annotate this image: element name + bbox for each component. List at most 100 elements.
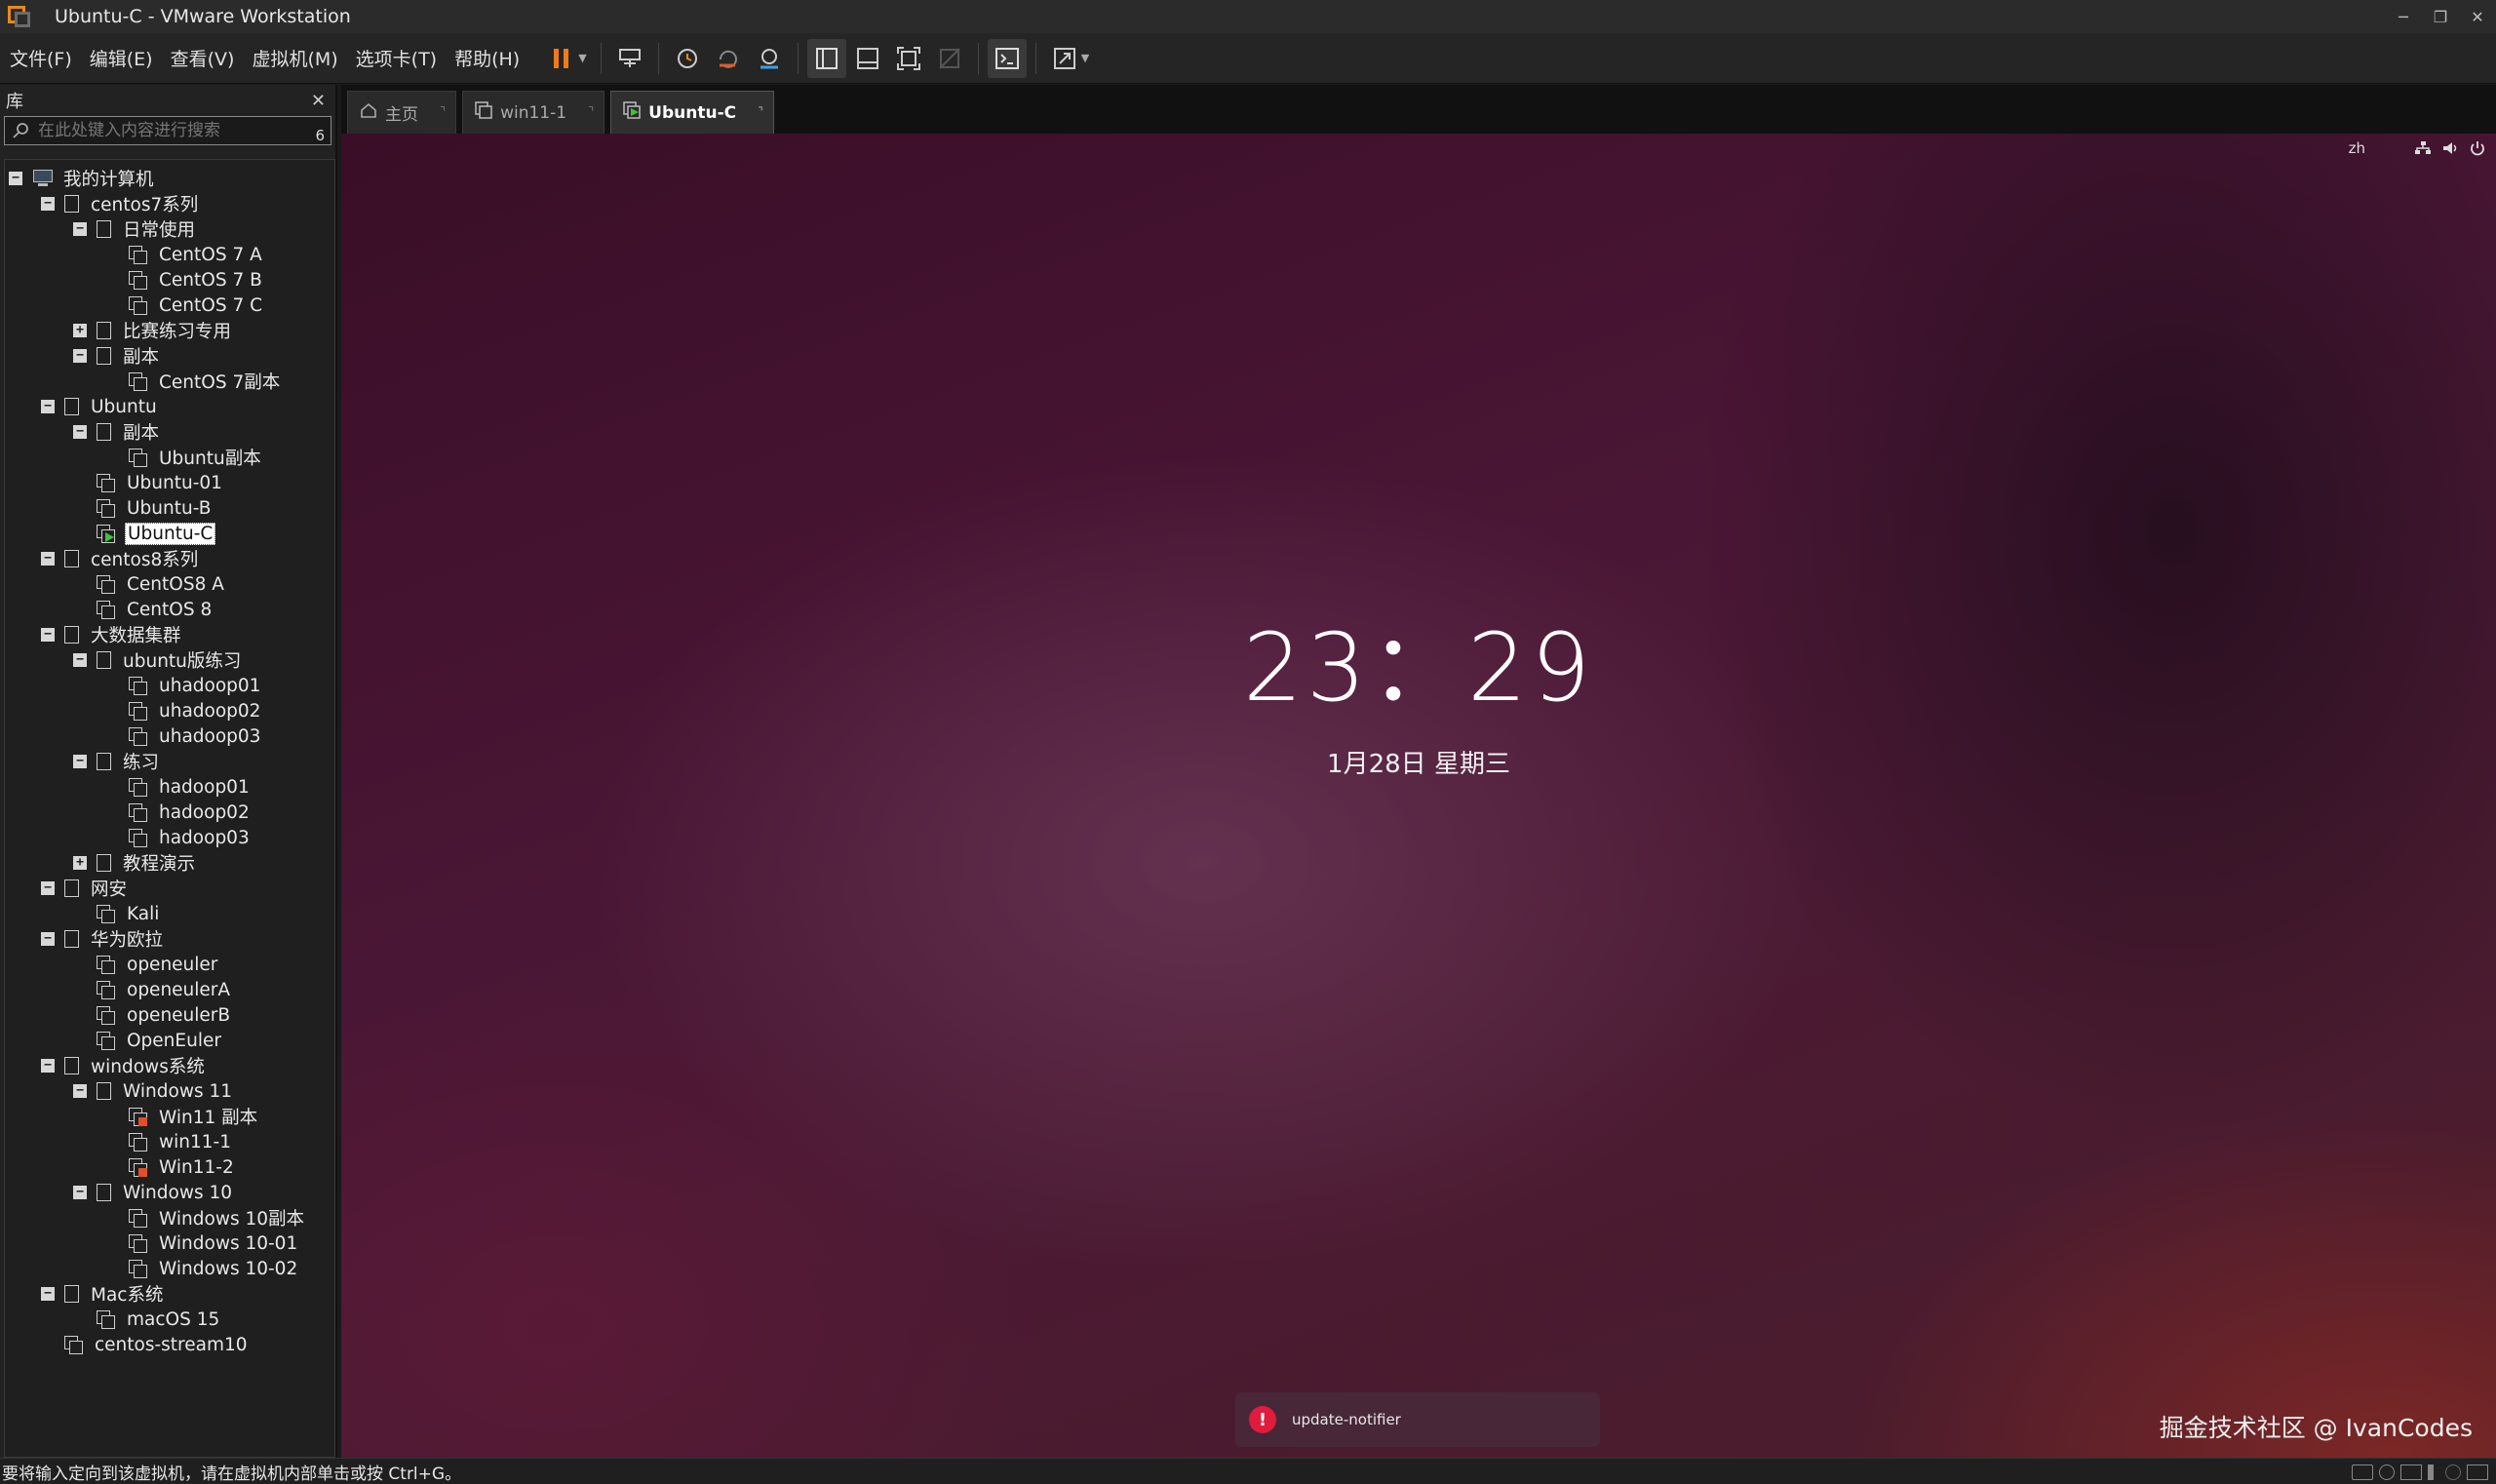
close-icon[interactable]: ✕ — [2459, 0, 2496, 33]
tree-item[interactable]: CentOS 8 — [5, 597, 334, 622]
tab-2[interactable]: Ubuntu-C ⌝ — [610, 91, 775, 134]
tree-item[interactable]: Windows 10-02 — [5, 1256, 334, 1281]
collapse-icon[interactable]: − — [9, 172, 22, 185]
tree-item[interactable]: openeulerA — [5, 977, 334, 1002]
thumbnail-bar-button[interactable] — [848, 39, 887, 78]
revert-snapshot-button[interactable] — [709, 39, 748, 78]
tab-1[interactable]: win11-1 ⌝ — [462, 91, 605, 134]
collapse-icon[interactable]: − — [73, 653, 87, 667]
pause-dropdown-icon[interactable]: ▼ — [578, 52, 586, 64]
collapse-icon[interactable]: − — [73, 425, 87, 439]
collapse-icon[interactable]: − — [73, 1084, 87, 1098]
tree-item[interactable]: − 副本 — [5, 343, 334, 369]
tree-item[interactable]: Ubuntu-C — [5, 521, 334, 546]
expand-icon[interactable]: + — [73, 856, 87, 870]
library-search-input[interactable] — [30, 121, 316, 140]
hard-disk-icon[interactable] — [2352, 1464, 2373, 1480]
tree-item[interactable]: macOS 15 — [5, 1307, 334, 1332]
tree-item[interactable]: openeulerB — [5, 1002, 334, 1028]
collapse-icon[interactable]: − — [41, 552, 55, 566]
menu-item-0[interactable]: 文件(F) — [2, 33, 80, 84]
collapse-icon[interactable]: − — [41, 1287, 55, 1301]
tab-close-icon[interactable]: ⌝ — [440, 105, 446, 120]
console-view-button[interactable] — [987, 38, 1027, 78]
menu-item-2[interactable]: 查看(V) — [163, 33, 243, 84]
restore-icon[interactable]: ❐ — [2422, 0, 2459, 33]
tree-item[interactable]: − Ubuntu — [5, 394, 334, 419]
menu-item-4[interactable]: 选项卡(T) — [348, 33, 445, 84]
tree-item[interactable]: + 比赛练习专用 — [5, 318, 334, 343]
collapse-icon[interactable]: − — [73, 222, 87, 236]
menu-item-5[interactable]: 帮助(H) — [447, 33, 527, 84]
stretch-button[interactable] — [1045, 39, 1084, 78]
tree-item[interactable]: Win11-2 — [5, 1154, 334, 1180]
tree-item[interactable]: Windows 10-01 — [5, 1230, 334, 1256]
show-library-button[interactable] — [806, 38, 846, 78]
collapse-icon[interactable]: − — [41, 628, 55, 642]
tree-item[interactable]: Windows 10副本 — [5, 1205, 334, 1230]
stretch-dropdown-icon[interactable]: ▼ — [1081, 52, 1089, 64]
tree-item[interactable]: hadoop03 — [5, 825, 334, 850]
tree-item[interactable]: − Windows 10 — [5, 1180, 334, 1205]
tree-item[interactable]: − Windows 11 — [5, 1078, 334, 1104]
tab-0[interactable]: 主页 ⌝ — [347, 91, 457, 134]
sound-card-icon[interactable] — [2428, 1464, 2439, 1480]
tree-item[interactable]: Ubuntu-B — [5, 495, 334, 521]
tree-item[interactable]: − 练习 — [5, 749, 334, 774]
tree-item[interactable]: − 副本 — [5, 419, 334, 445]
collapse-icon[interactable]: − — [73, 1186, 87, 1199]
tree-item[interactable]: uhadoop03 — [5, 723, 334, 749]
library-close-icon[interactable]: ✕ — [311, 91, 330, 111]
unity-button[interactable] — [930, 39, 969, 78]
update-notification[interactable]: ! update-notifier — [1235, 1392, 1600, 1447]
menu-item-3[interactable]: 虚拟机(M) — [244, 33, 345, 84]
tree-item[interactable]: uhadoop02 — [5, 698, 334, 723]
collapse-icon[interactable]: − — [41, 932, 55, 946]
snapshot-button[interactable] — [668, 39, 707, 78]
collapse-icon[interactable]: − — [41, 1059, 55, 1073]
collapse-icon[interactable]: − — [41, 400, 55, 413]
network-icon[interactable] — [2414, 140, 2432, 156]
tree-item[interactable]: Win11 副本 — [5, 1104, 334, 1129]
tree-item[interactable]: CentOS 7 C — [5, 293, 334, 318]
tree-item[interactable]: − centos7系列 — [5, 191, 334, 216]
tree-item[interactable]: − centos8系列 — [5, 546, 334, 571]
tree-item[interactable]: CentOS 7 A — [5, 242, 334, 267]
tree-item[interactable]: OpenEuler — [5, 1028, 334, 1053]
tree-item[interactable]: − 日常使用 — [5, 216, 334, 242]
tree-item[interactable]: + 教程演示 — [5, 850, 334, 876]
tree-item[interactable]: win11-1 — [5, 1129, 334, 1154]
collapse-icon[interactable]: − — [41, 197, 55, 211]
tree-item[interactable]: hadoop01 — [5, 774, 334, 800]
network-adapter-icon[interactable] — [2400, 1464, 2422, 1480]
tree-item[interactable]: openeuler — [5, 952, 334, 977]
usb-icon[interactable] — [2445, 1464, 2461, 1480]
tree-item[interactable]: − 我的计算机 — [5, 166, 334, 191]
message-log-icon[interactable] — [2467, 1464, 2488, 1480]
tab-close-icon[interactable]: ⌝ — [588, 105, 594, 120]
tree-item[interactable]: − Mac系统 — [5, 1281, 334, 1307]
tree-item[interactable]: CentOS 7副本 — [5, 369, 334, 394]
tree-item[interactable]: CentOS 7 B — [5, 267, 334, 293]
tree-item[interactable]: − 网安 — [5, 876, 334, 901]
tree-item[interactable]: − ubuntu版练习 — [5, 647, 334, 673]
full-screen-button[interactable] — [889, 39, 928, 78]
volume-icon[interactable] — [2441, 140, 2459, 156]
tree-item[interactable]: − windows系统 — [5, 1053, 334, 1078]
keyboard-layout-indicator[interactable]: zh — [2349, 139, 2365, 157]
vm-console[interactable]: zh 23：29 1月28日 星期三 ! update-notifier 掘金技… — [341, 134, 2496, 1458]
tree-item[interactable]: hadoop02 — [5, 800, 334, 825]
snapshot-manager-button[interactable] — [750, 39, 789, 78]
power-icon[interactable] — [2469, 140, 2486, 156]
send-ctrl-alt-del-button[interactable] — [610, 39, 649, 78]
tree-item[interactable]: centos-stream10 — [5, 1332, 334, 1357]
minimize-icon[interactable]: ─ — [2385, 0, 2422, 33]
menu-item-1[interactable]: 编辑(E) — [82, 33, 161, 84]
tree-item[interactable]: Ubuntu副本 — [5, 445, 334, 470]
pause-button[interactable] — [542, 39, 581, 78]
tree-item[interactable]: CentOS8 A — [5, 571, 334, 597]
tree-item[interactable]: Kali — [5, 901, 334, 926]
tree-item[interactable]: uhadoop01 — [5, 673, 334, 698]
tree-item[interactable]: Ubuntu-01 — [5, 470, 334, 495]
tree-item[interactable]: − 华为欧拉 — [5, 926, 334, 952]
